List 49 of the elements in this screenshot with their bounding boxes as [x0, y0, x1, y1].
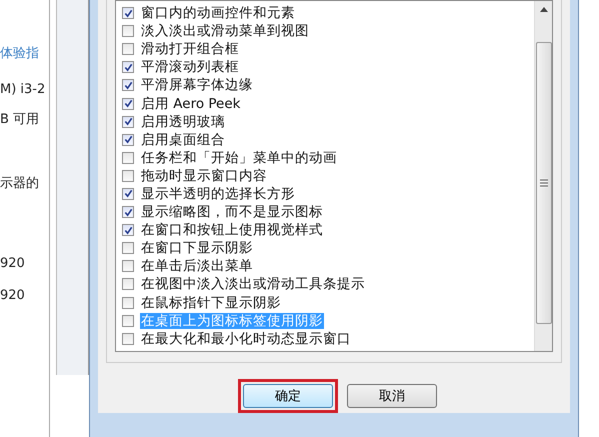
checkbox[interactable]	[122, 43, 134, 56]
checkbox[interactable]	[122, 224, 134, 236]
scroll-up-icon[interactable]	[540, 7, 548, 12]
checkbox[interactable]	[122, 332, 134, 345]
checkbox[interactable]	[122, 7, 134, 20]
option-label[interactable]: 拖动时显示窗口内容	[140, 168, 268, 184]
checkbox[interactable]	[122, 278, 134, 290]
option-label[interactable]: 在窗口下显示阴影	[140, 240, 254, 256]
option-label[interactable]: 滑动打开组合框	[140, 41, 240, 58]
info-text: B 可用	[0, 111, 40, 129]
option-label[interactable]: 在最大化和最小化时动态显示窗口	[140, 330, 352, 347]
option-label[interactable]: 启用 Aero Peek	[140, 96, 242, 112]
checkbox[interactable]	[122, 170, 134, 182]
checkbox[interactable]	[122, 134, 134, 146]
option-label[interactable]: 平滑滚动列表框	[140, 59, 240, 76]
checkbox[interactable]	[122, 79, 134, 92]
link[interactable]: 体验指	[0, 44, 49, 64]
checkbox[interactable]	[122, 98, 134, 110]
option-label[interactable]: 显示半透明的选择长方形	[140, 186, 296, 202]
grip-icon	[540, 179, 548, 187]
option-label[interactable]: 淡入淡出或滑动菜单到视图	[140, 23, 310, 40]
checkbox[interactable]	[122, 296, 134, 309]
info-text: 920	[0, 287, 26, 305]
scrollbar[interactable]	[534, 1, 552, 351]
option-label[interactable]: 启用透明玻璃	[140, 114, 226, 130]
option-label[interactable]: 窗口内的动画控件和元素	[140, 5, 296, 22]
dialog-button[interactable]: 取消	[347, 384, 437, 408]
info-text: 920	[0, 255, 26, 273]
scroll-thumb[interactable]	[536, 42, 552, 324]
checkbox[interactable]	[122, 260, 134, 272]
dialog-button[interactable]: 确定	[243, 384, 333, 408]
info-text: M) i3-2	[0, 81, 46, 99]
option-label[interactable]: 平滑屏幕字体边缘	[140, 77, 254, 94]
info-text: 示器的	[0, 175, 40, 193]
checkbox[interactable]	[122, 314, 134, 327]
checkbox[interactable]	[122, 242, 134, 254]
option-label[interactable]: 在视图中淡入淡出或滑动工具条提示	[140, 276, 366, 292]
option-label[interactable]: 任务栏和「开始」菜单中的动画	[140, 150, 338, 166]
checkbox[interactable]	[122, 25, 134, 38]
option-label[interactable]: 在窗口和按钮上使用视觉样式	[140, 222, 324, 238]
checkbox[interactable]	[122, 206, 134, 218]
option-label[interactable]: 启用桌面组合	[140, 132, 226, 148]
option-label[interactable]: 显示缩略图，而不是显示图标	[140, 204, 324, 220]
checkbox[interactable]	[122, 152, 134, 164]
option-label[interactable]: 在鼠标指针下显示阴影	[140, 294, 282, 311]
checkbox[interactable]	[122, 116, 134, 128]
option-label[interactable]: 在单击后淡出菜单	[140, 258, 254, 274]
checkbox[interactable]	[122, 188, 134, 200]
checkbox[interactable]	[122, 61, 134, 74]
